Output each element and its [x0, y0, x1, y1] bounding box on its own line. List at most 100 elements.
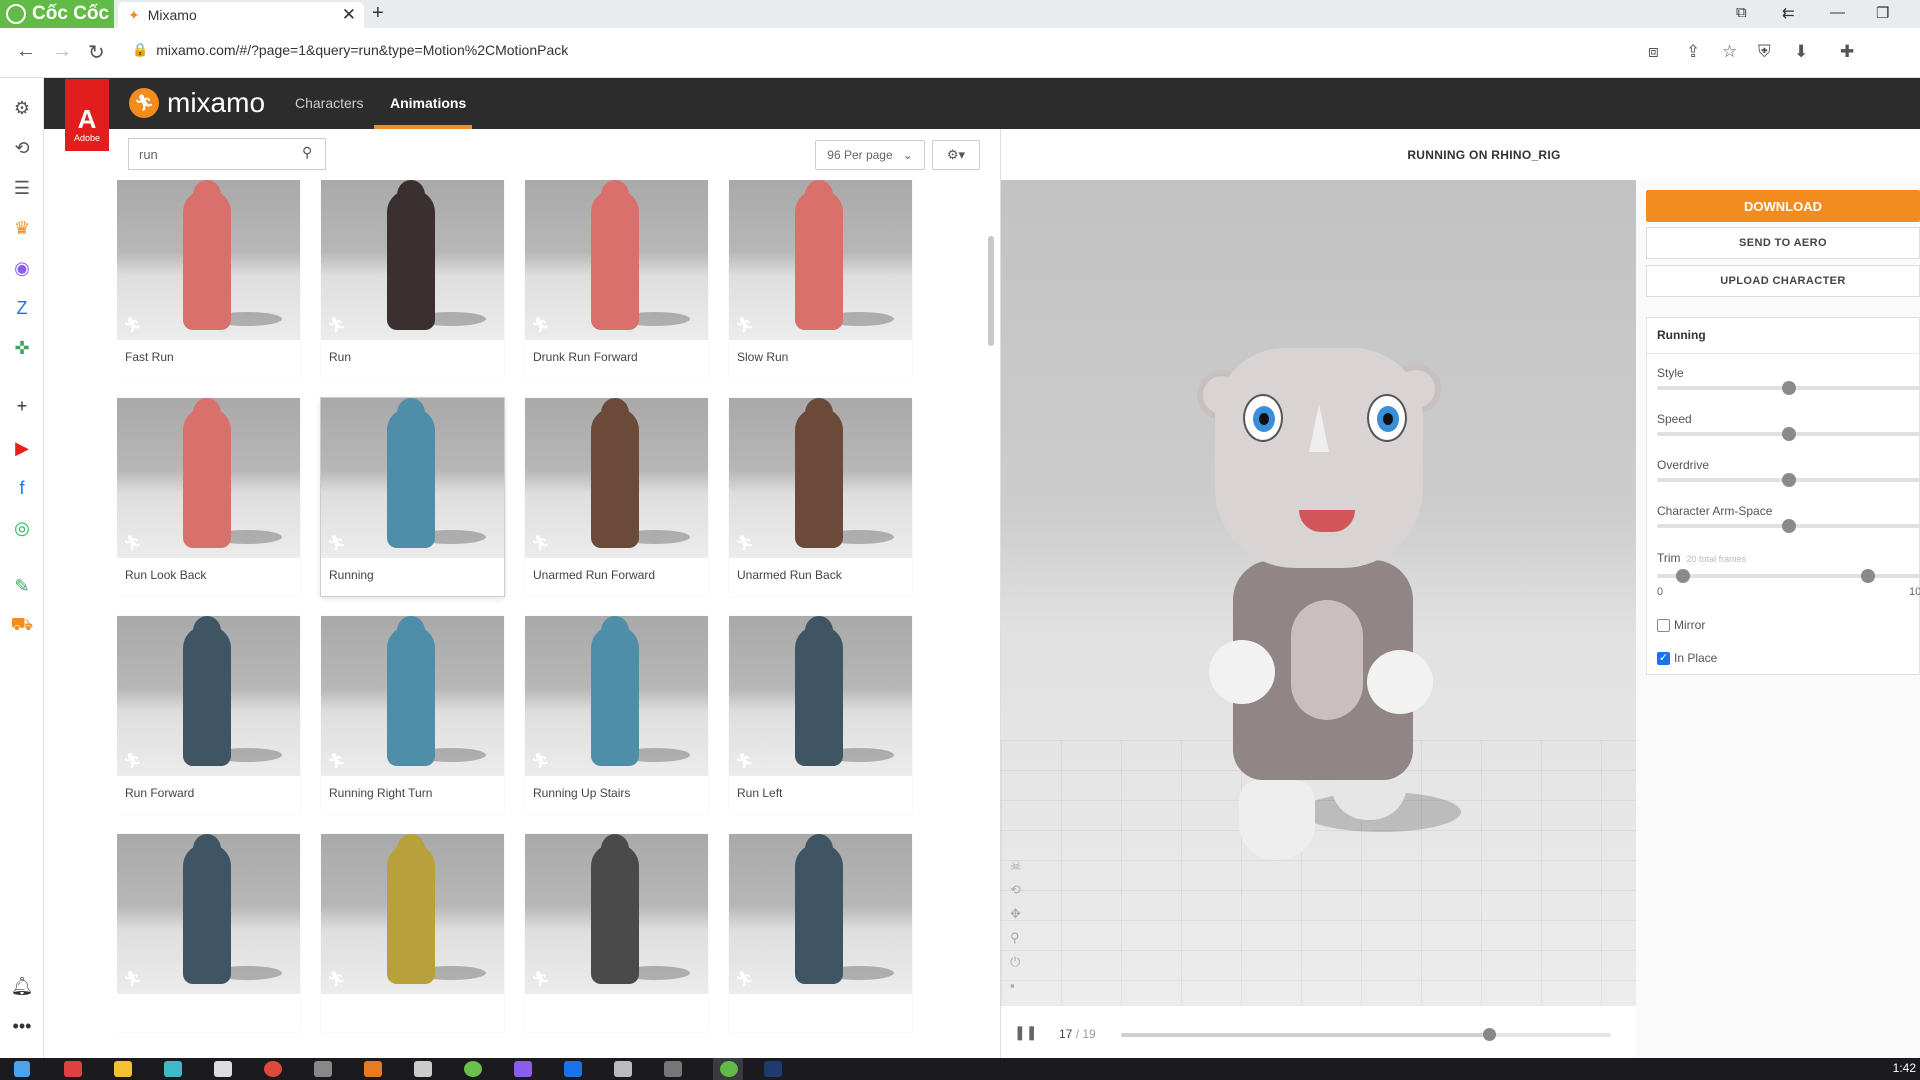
app-icon[interactable] [214, 1061, 232, 1077]
blender-icon[interactable] [364, 1061, 382, 1077]
grid-settings-button[interactable]: ⚙▾ [932, 140, 980, 170]
animation-card[interactable]: 🏃︎ Run Left [729, 616, 912, 814]
param-slider[interactable] [1657, 519, 1920, 533]
mirror-check-box[interactable] [1657, 618, 1670, 632]
animation-card[interactable]: 🏃︎ [525, 834, 708, 1032]
zalo-icon[interactable]: Z [10, 296, 34, 320]
coccoc-logo[interactable]: Cốc Cốc [0, 0, 114, 28]
search-input[interactable]: run [128, 138, 326, 170]
upwork-icon[interactable] [464, 1061, 482, 1077]
gamepad-icon[interactable]: ✜ [10, 336, 34, 360]
param-slider[interactable] [1657, 427, 1920, 441]
animation-card[interactable]: 🏃︎ Drunk Run Forward [525, 180, 708, 378]
mirror-checkbox[interactable]: Mirror [1657, 618, 1705, 632]
app-icon[interactable] [314, 1061, 332, 1077]
share-icon[interactable]: ⇪ [1686, 42, 1700, 62]
trim-end-handle[interactable] [1861, 569, 1876, 583]
param-slider-handle[interactable] [1782, 427, 1796, 441]
app-icon[interactable] [514, 1061, 532, 1077]
history-back-icon[interactable]: ⇇ [1782, 4, 1795, 22]
timeline-slider[interactable] [1121, 1028, 1611, 1041]
mixamo-logo[interactable]: 🏃︎ mixamo [129, 87, 265, 119]
send-to-aero-button[interactable]: SEND TO AERO [1646, 227, 1920, 259]
param-slider-handle[interactable] [1782, 381, 1796, 395]
windows-start-icon[interactable] [14, 1061, 30, 1077]
reload-icon[interactable]: ↻ [88, 40, 105, 65]
translate-icon[interactable]: ⧈ [1648, 42, 1659, 62]
settings-gear-icon[interactable]: ⚙ [10, 96, 34, 120]
coccoc-extension-icon[interactable]: ✎ [10, 574, 34, 598]
skeleton-icon[interactable]: ☠ [1010, 858, 1030, 874]
app-icon[interactable] [664, 1061, 682, 1077]
forward-icon[interactable]: → [52, 40, 72, 63]
zalo-icon[interactable] [564, 1061, 582, 1077]
library-scrollbar[interactable] [988, 236, 994, 346]
trim-start-handle[interactable] [1676, 569, 1691, 583]
param-slider-handle[interactable] [1782, 519, 1796, 533]
spotify-icon[interactable]: ◎ [10, 516, 34, 540]
new-tab-icon[interactable]: + [372, 2, 384, 25]
notifications-bell-icon[interactable]: 🔔︎ [10, 974, 34, 998]
app-icon[interactable] [64, 1061, 82, 1077]
upload-character-button[interactable]: UPLOAD CHARACTER [1646, 265, 1920, 297]
messenger-icon[interactable]: ◉ [10, 256, 34, 280]
param-slider[interactable] [1657, 473, 1920, 487]
search-icon[interactable]: ⚲ [302, 144, 312, 161]
pause-icon[interactable]: ❚❚ [1014, 1024, 1037, 1041]
animation-card[interactable]: 🏃︎ Fast Run [117, 180, 300, 378]
download-button[interactable]: DOWNLOAD [1646, 190, 1920, 222]
restore-icon[interactable]: ❐ [1876, 4, 1889, 22]
animation-card[interactable]: 🏃︎ Run Look Back [117, 398, 300, 596]
animation-card[interactable]: 🏃︎ Running [321, 398, 504, 596]
file-explorer-icon[interactable] [114, 1061, 132, 1077]
more-icon[interactable]: ••• [10, 1014, 34, 1038]
unity-icon[interactable] [614, 1061, 632, 1077]
screenshot-icon[interactable]: ⧉ [1736, 4, 1747, 21]
trim-slider[interactable] [1657, 569, 1920, 583]
app-icon[interactable] [414, 1061, 432, 1077]
animation-card[interactable]: 🏃︎ Running Up Stairs [525, 616, 708, 814]
nav-animations[interactable]: Animations [390, 95, 466, 111]
param-slider-handle[interactable] [1782, 473, 1796, 487]
in-place-check-box[interactable]: ✓ [1657, 651, 1670, 665]
back-icon[interactable]: ← [16, 40, 36, 63]
reset-icon[interactable]: ⏻ [1010, 954, 1030, 970]
close-tab-icon[interactable]: ✕ [342, 5, 356, 25]
rotate-icon[interactable]: ⟲ [1010, 882, 1030, 898]
crown-icon[interactable]: ♛ [10, 216, 34, 240]
adobe-logo[interactable]: A Adobe [65, 79, 109, 151]
minimize-icon[interactable]: — [1830, 4, 1845, 21]
3d-viewport[interactable] [1001, 180, 1636, 1006]
animation-card[interactable]: 🏃︎ [729, 834, 912, 1032]
youtube-icon[interactable]: ▶ [10, 436, 34, 460]
pan-icon[interactable]: ✥ [1010, 906, 1030, 922]
download-manager-icon[interactable]: ⬇ [1794, 42, 1808, 62]
animation-card[interactable]: 🏃︎ [321, 834, 504, 1032]
chrome-icon[interactable] [264, 1061, 282, 1077]
extensions-icon[interactable]: ✚ [1840, 42, 1854, 62]
param-slider[interactable] [1657, 381, 1920, 395]
animation-card[interactable]: 🏃︎ Run [321, 180, 504, 378]
per-page-select[interactable]: 96 Per page ⌄ [815, 140, 925, 170]
in-place-checkbox[interactable]: ✓ In Place [1657, 651, 1717, 665]
animation-card[interactable]: 🏃︎ Run Forward [117, 616, 300, 814]
camera-icon[interactable]: ▪ [1010, 978, 1030, 993]
add-shortcut-icon[interactable]: + [10, 394, 34, 418]
reading-list-icon[interactable]: ☰ [10, 176, 34, 200]
browser-tab[interactable]: ✦ Mixamo ✕ [118, 2, 364, 28]
zoom-icon[interactable]: ⚲ [1010, 930, 1030, 946]
animation-card[interactable]: 🏃︎ Unarmed Run Forward [525, 398, 708, 596]
app-icon[interactable] [164, 1061, 182, 1077]
animation-card[interactable]: 🏃︎ Running Right Turn [321, 616, 504, 814]
photoshop-icon[interactable] [764, 1061, 782, 1077]
coccoc-icon[interactable] [720, 1061, 738, 1077]
history-icon[interactable]: ⟲ [10, 136, 34, 160]
bookmark-star-icon[interactable]: ☆ [1722, 42, 1737, 62]
shopping-icon[interactable]: ⛟ [10, 614, 34, 638]
animation-card[interactable]: 🏃︎ Slow Run [729, 180, 912, 378]
animation-card[interactable]: 🏃︎ [117, 834, 300, 1032]
timeline-handle[interactable] [1482, 1028, 1496, 1041]
animation-card[interactable]: 🏃︎ Unarmed Run Back [729, 398, 912, 596]
facebook-icon[interactable]: f [10, 476, 34, 500]
adblock-icon[interactable]: ⛨ [1758, 42, 1771, 62]
